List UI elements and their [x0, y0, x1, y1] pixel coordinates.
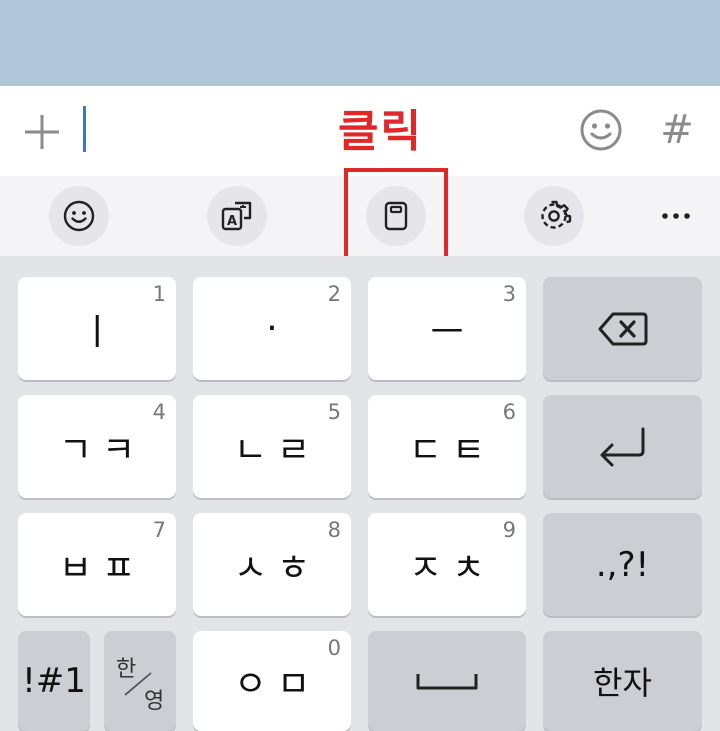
svg-text:A: A — [227, 214, 237, 229]
key-number: 1 — [152, 282, 166, 306]
key-number: 4 — [152, 400, 166, 424]
key-label: !#1 — [22, 661, 86, 701]
click-annotation-label: 클릭 — [338, 106, 423, 157]
enter-key[interactable] — [543, 395, 702, 498]
smiley-icon — [580, 109, 622, 151]
punctuation-key[interactable]: .,?! — [543, 513, 702, 616]
key-eu-vowel[interactable]: 3 ㅡ — [368, 277, 526, 380]
more-icon — [662, 213, 690, 219]
hanja-key[interactable]: 한자 — [543, 631, 702, 731]
korean-keyboard: 1 ㅣ 2 · 3 ㅡ 4 ㄱㅋ 5 ㄴㄹ 6 ㄷㅌ 7 ㅂㅍ 8 ㅅㅎ 9 ㅈ… — [0, 256, 720, 731]
settings-icon — [541, 200, 572, 229]
toolbar-settings-button[interactable] — [524, 186, 584, 246]
key-label: ㄴㄹ — [233, 429, 321, 471]
backspace-key[interactable] — [543, 277, 702, 380]
key-label: ㄱㅋ — [58, 429, 146, 471]
key-label: ㅂㅍ — [58, 547, 146, 589]
key-digeut-tieut[interactable]: 6 ㄷㅌ — [368, 395, 526, 498]
key-label: .,?! — [595, 544, 650, 585]
key-label: ㅇㅁ — [233, 664, 321, 705]
key-giyeok-kieuk[interactable]: 4 ㄱㅋ — [18, 395, 176, 498]
key-number: 3 — [502, 282, 516, 306]
key-label: ㅡ — [430, 311, 464, 353]
key-nieun-rieul[interactable]: 5 ㄴㄹ — [193, 395, 351, 498]
attach-plus-button[interactable] — [22, 112, 62, 152]
app-header-bar — [0, 0, 720, 86]
text-cursor[interactable] — [83, 106, 86, 152]
translate-icon: A — [221, 201, 252, 231]
key-number: 7 — [152, 518, 166, 542]
key-label: ㅅㅎ — [233, 547, 321, 589]
toolbar-emoji-button[interactable] — [49, 186, 109, 246]
emoji-face-button[interactable] — [579, 108, 623, 152]
emoji-icon — [63, 200, 95, 232]
key-ieung-mieum[interactable]: 0 ㅇㅁ — [193, 631, 351, 731]
key-bieup-pieup[interactable]: 7 ㅂㅍ — [18, 513, 176, 616]
key-number: 2 — [327, 282, 341, 306]
click-highlight-box — [344, 168, 448, 270]
key-dot-vowel[interactable]: 2 · — [193, 277, 351, 380]
key-label: ㅣ — [80, 311, 114, 353]
key-number: 0 — [327, 636, 341, 660]
message-input-bar: 클릭 # — [0, 86, 720, 176]
key-label: ㅈㅊ — [408, 547, 496, 589]
hashtag-button[interactable]: # — [660, 108, 694, 152]
key-number: 8 — [327, 518, 341, 542]
plus-icon — [25, 115, 59, 149]
key-label: · — [266, 308, 278, 349]
key-label: 한자 — [593, 664, 652, 702]
key-label: ㄷㅌ — [408, 429, 496, 471]
space-key[interactable] — [368, 631, 526, 731]
key-label-bottom: 영 — [144, 689, 165, 714]
toolbar-translate-button[interactable]: A — [207, 186, 267, 246]
key-i-vowel[interactable]: 1 ㅣ — [18, 277, 176, 380]
enter-icon — [600, 427, 644, 466]
symbols-key[interactable]: !#1 — [18, 631, 90, 731]
toolbar-more-button[interactable] — [646, 186, 706, 246]
backspace-icon — [598, 312, 647, 345]
key-number: 9 — [502, 518, 516, 542]
key-siot-hieut[interactable]: 8 ㅅㅎ — [193, 513, 351, 616]
space-icon — [416, 674, 478, 690]
key-number: 6 — [502, 400, 516, 424]
key-number: 5 — [327, 400, 341, 424]
key-jieut-chieut[interactable]: 9 ㅈㅊ — [368, 513, 526, 616]
hangul-english-toggle-key[interactable]: 한 영 — [104, 631, 176, 731]
